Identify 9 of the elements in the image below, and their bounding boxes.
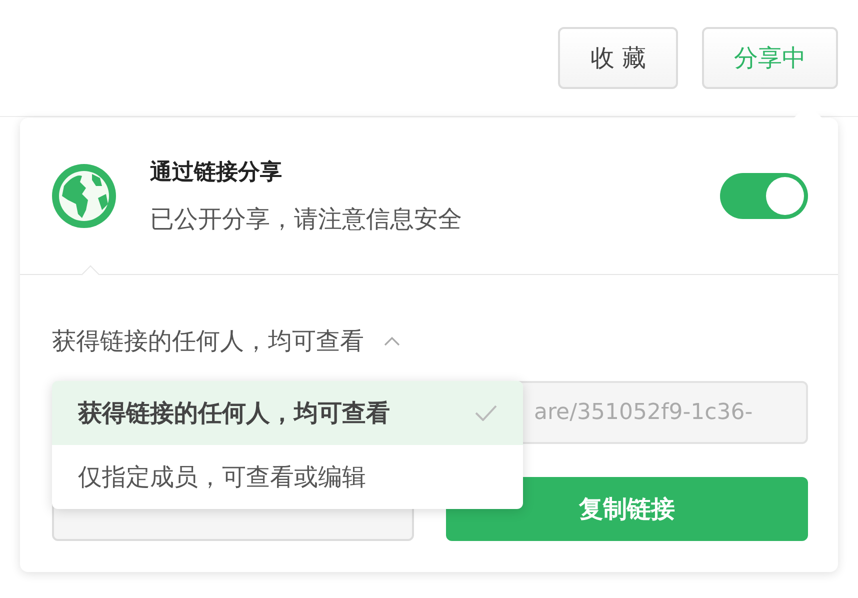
check-icon [475, 405, 497, 421]
share-title: 通过链接分享 [150, 159, 283, 187]
share-toggle[interactable] [720, 173, 808, 219]
access-select[interactable]: 获得链接的任何人，均可查看 [52, 321, 400, 361]
header-button[interactable]: 收 藏 [558, 27, 678, 89]
globe-icon [52, 164, 116, 228]
menu-option[interactable]: 获得链接的任何人，均可查看 [52, 381, 523, 445]
share-subtitle: 已公开分享，请注意信息安全 [150, 204, 463, 235]
chevron-icon [384, 336, 400, 346]
